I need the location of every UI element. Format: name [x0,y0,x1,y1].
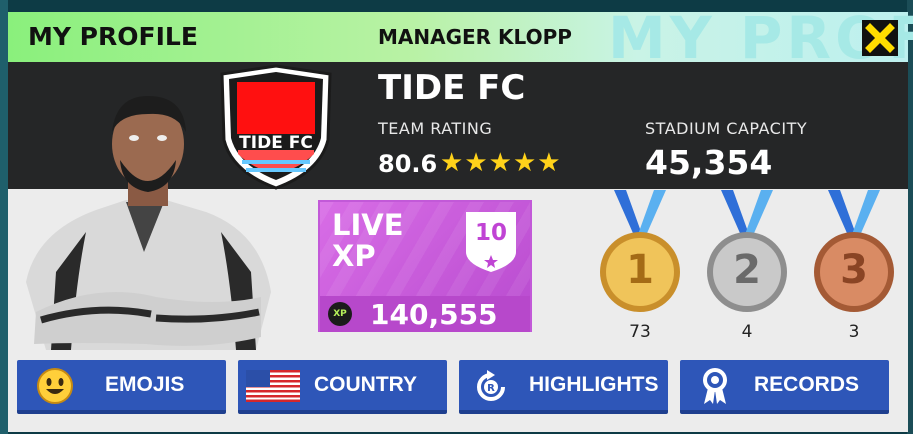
rosette-icon [703,368,727,404]
live-xp-card[interactable]: LIVE XP 10 XP 140,555 [318,200,532,332]
crest-label: TIDE FC [239,133,313,153]
silver-medal-count: 4 [741,322,753,342]
replay-icon: R [477,370,505,401]
xp-level: 10 [474,220,507,246]
star-icon: ★ [464,148,488,178]
xp-coin-icon: XP [328,302,352,326]
crest-shield-icon [220,64,332,190]
highlights-button[interactable]: R HIGHLIGHTS [459,360,668,414]
live-xp-title: LIVE XP [332,208,404,273]
team-rating-value: 80.6 [378,150,438,178]
close-x-icon [865,23,895,53]
team-name: TIDE FC [378,68,526,108]
us-flag-icon [246,370,300,402]
background-strip-left [0,0,8,434]
xp-value-strip: XP 140,555 [320,296,530,332]
star-icon: ★ [537,148,561,178]
star-icon: ★ [488,148,512,178]
silver-medal-rank: 2 [733,247,761,293]
xp-value: 140,555 [370,298,498,331]
close-button[interactable] [862,20,898,56]
bronze-medal-count: 3 [848,322,860,342]
manager-name: MANAGER KLOPP [378,25,572,49]
smiley-icon [37,368,73,404]
bronze-medal-rank: 3 [840,247,868,293]
stadium-capacity-value: 45,354 [645,143,773,182]
country-button-label: COUNTRY [314,373,418,396]
rating-stars: ★ ★ ★ ★ ★ [440,148,561,178]
team-rating-label: TEAM RATING [378,119,493,138]
star-icon: ★ [440,148,464,178]
records-button-label: RECORDS [754,373,860,396]
stadium-capacity-label: STADIUM CAPACITY [645,119,808,138]
country-button[interactable]: COUNTRY [238,360,447,414]
highlights-button-label: HIGHLIGHTS [529,373,659,396]
gold-medal-rank: 1 [626,247,654,293]
emojis-button[interactable]: EMOJIS [17,360,226,414]
star-icon: ★ [512,148,537,178]
emojis-button-label: EMOJIS [105,373,185,396]
svg-text:R: R [487,383,495,394]
gold-medal-count: 73 [629,322,651,342]
page-title: MY PROFILE [28,22,198,51]
team-crest: TIDE FC [216,62,336,192]
profile-header: MY PROFI MY PROFILE MANAGER KLOPP [8,4,913,72]
records-button[interactable]: RECORDS [680,360,889,414]
profile-panel: MY PROFI MY PROFILE MANAGER KLOPP [8,4,913,432]
